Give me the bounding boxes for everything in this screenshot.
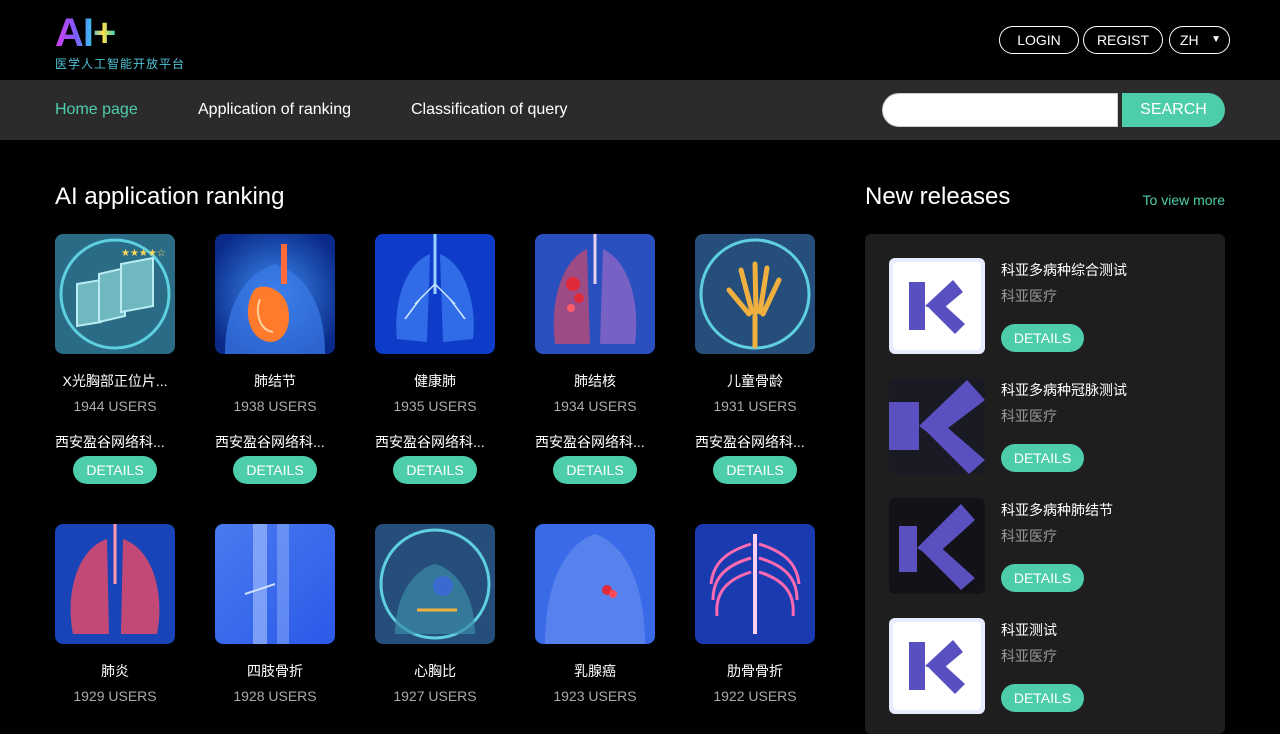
logo[interactable]: AI+ 医学人工智能开放平台 xyxy=(55,12,215,72)
release-org: 科亚医疗 xyxy=(1001,648,1057,664)
nav-ranking[interactable]: Application of ranking xyxy=(198,100,351,120)
release-org: 科亚医疗 xyxy=(1001,528,1057,544)
app-name: 健康肺 xyxy=(414,373,456,389)
details-button[interactable]: DETAILS xyxy=(553,456,637,484)
hand-bone-icon[interactable] xyxy=(695,234,815,354)
app-name: 乳腺癌 xyxy=(574,663,616,679)
app-users: 1935 USERS xyxy=(393,398,477,414)
ranking-title: AI application ranking xyxy=(55,183,285,210)
release-name: 科亚多病种肺结节 xyxy=(1001,502,1113,518)
keya-logo-icon[interactable] xyxy=(889,618,985,714)
app-org: 西安盈谷网络科... xyxy=(375,434,485,450)
svg-text:★★★★☆: ★★★★☆ xyxy=(121,248,166,259)
release-item[interactable]: 科亚多病种综合测试 科亚医疗 DETAILS xyxy=(889,258,1209,358)
release-item[interactable]: 科亚多病种冠脉测试 科亚医疗 DETAILS xyxy=(889,378,1209,478)
release-item[interactable]: 科亚多病种肺结节 科亚医疗 DETAILS xyxy=(889,498,1209,598)
app-name: 肺结核 xyxy=(574,373,616,389)
lung-nodule-icon[interactable] xyxy=(215,234,335,354)
keya-logo-icon[interactable] xyxy=(889,378,985,474)
view-more-link[interactable]: To view more xyxy=(1100,192,1225,208)
app-users: 1929 USERS xyxy=(73,688,157,704)
releases-panel: 科亚多病种综合测试 科亚医疗 DETAILS 科亚多病种冠脉测试 科亚医疗 DE… xyxy=(865,234,1225,734)
release-name: 科亚测试 xyxy=(1001,622,1057,638)
login-button[interactable]: LOGIN xyxy=(999,26,1079,54)
app-name: X光胸部正位片... xyxy=(62,373,168,389)
rib-fracture-icon[interactable] xyxy=(695,524,815,644)
release-org: 科亚医疗 xyxy=(1001,288,1057,304)
header: AI+ 医学人工智能开放平台 LOGIN REGIST ZH ▼ xyxy=(0,0,1280,80)
search-button[interactable]: SEARCH xyxy=(1122,93,1225,127)
breast-cancer-icon[interactable] xyxy=(535,524,655,644)
keya-logo-icon[interactable] xyxy=(889,498,985,594)
regist-button[interactable]: REGIST xyxy=(1083,26,1163,54)
pneumonia-icon[interactable] xyxy=(55,524,175,644)
logo-mark: AI+ xyxy=(55,11,116,55)
logo-subtitle: 医学人工智能开放平台 xyxy=(55,57,186,71)
releases-title: New releases xyxy=(865,183,1011,210)
app-users: 1927 USERS xyxy=(393,688,477,704)
app-users: 1923 USERS xyxy=(553,688,637,704)
app-name: 四肢骨折 xyxy=(247,663,303,679)
app-users: 1938 USERS xyxy=(233,398,317,414)
keya-logo-icon[interactable] xyxy=(889,258,985,354)
app-users: 1931 USERS xyxy=(713,398,797,414)
search-input[interactable] xyxy=(882,93,1118,127)
heart-chest-icon[interactable] xyxy=(375,524,495,644)
release-item[interactable]: 科亚测试 科亚医疗 DETAILS xyxy=(889,618,1209,718)
film-scan-icon[interactable]: ★★★★☆ xyxy=(55,234,175,354)
language-value: ZH xyxy=(1180,32,1199,48)
chevron-down-icon: ▼ xyxy=(1211,34,1221,45)
app-users: 1922 USERS xyxy=(713,688,797,704)
app-name: 肺炎 xyxy=(101,663,129,679)
app-org: 西安盈谷网络科... xyxy=(215,434,325,450)
tuberculosis-icon[interactable] xyxy=(535,234,655,354)
release-name: 科亚多病种冠脉测试 xyxy=(1001,382,1127,398)
details-button[interactable]: DETAILS xyxy=(1001,564,1084,592)
app-name: 儿童骨龄 xyxy=(727,373,783,389)
details-button[interactable]: DETAILS xyxy=(713,456,797,484)
healthy-lung-icon[interactable] xyxy=(375,234,495,354)
details-button[interactable]: DETAILS xyxy=(393,456,477,484)
limb-fracture-icon[interactable] xyxy=(215,524,335,644)
details-button[interactable]: DETAILS xyxy=(1001,684,1084,712)
app-users: 1934 USERS xyxy=(553,398,637,414)
language-select[interactable]: ZH ▼ xyxy=(1169,26,1230,54)
details-button[interactable]: DETAILS xyxy=(1001,444,1084,472)
app-name: 肋骨骨折 xyxy=(727,663,783,679)
details-button[interactable]: DETAILS xyxy=(73,456,157,484)
app-org: 西安盈谷网络科... xyxy=(55,434,165,450)
nav-home[interactable]: Home page xyxy=(55,100,138,120)
details-button[interactable]: DETAILS xyxy=(1001,324,1084,352)
nav-classification[interactable]: Classification of query xyxy=(411,100,568,120)
app-org: 西安盈谷网络科... xyxy=(695,434,805,450)
details-button[interactable]: DETAILS xyxy=(233,456,317,484)
app-name: 心胸比 xyxy=(414,663,456,679)
app-users: 1928 USERS xyxy=(233,688,317,704)
app-name: 肺结节 xyxy=(254,373,296,389)
release-org: 科亚医疗 xyxy=(1001,408,1057,424)
app-users: 1944 USERS xyxy=(73,398,157,414)
release-name: 科亚多病种综合测试 xyxy=(1001,262,1127,278)
app-org: 西安盈谷网络科... xyxy=(535,434,645,450)
